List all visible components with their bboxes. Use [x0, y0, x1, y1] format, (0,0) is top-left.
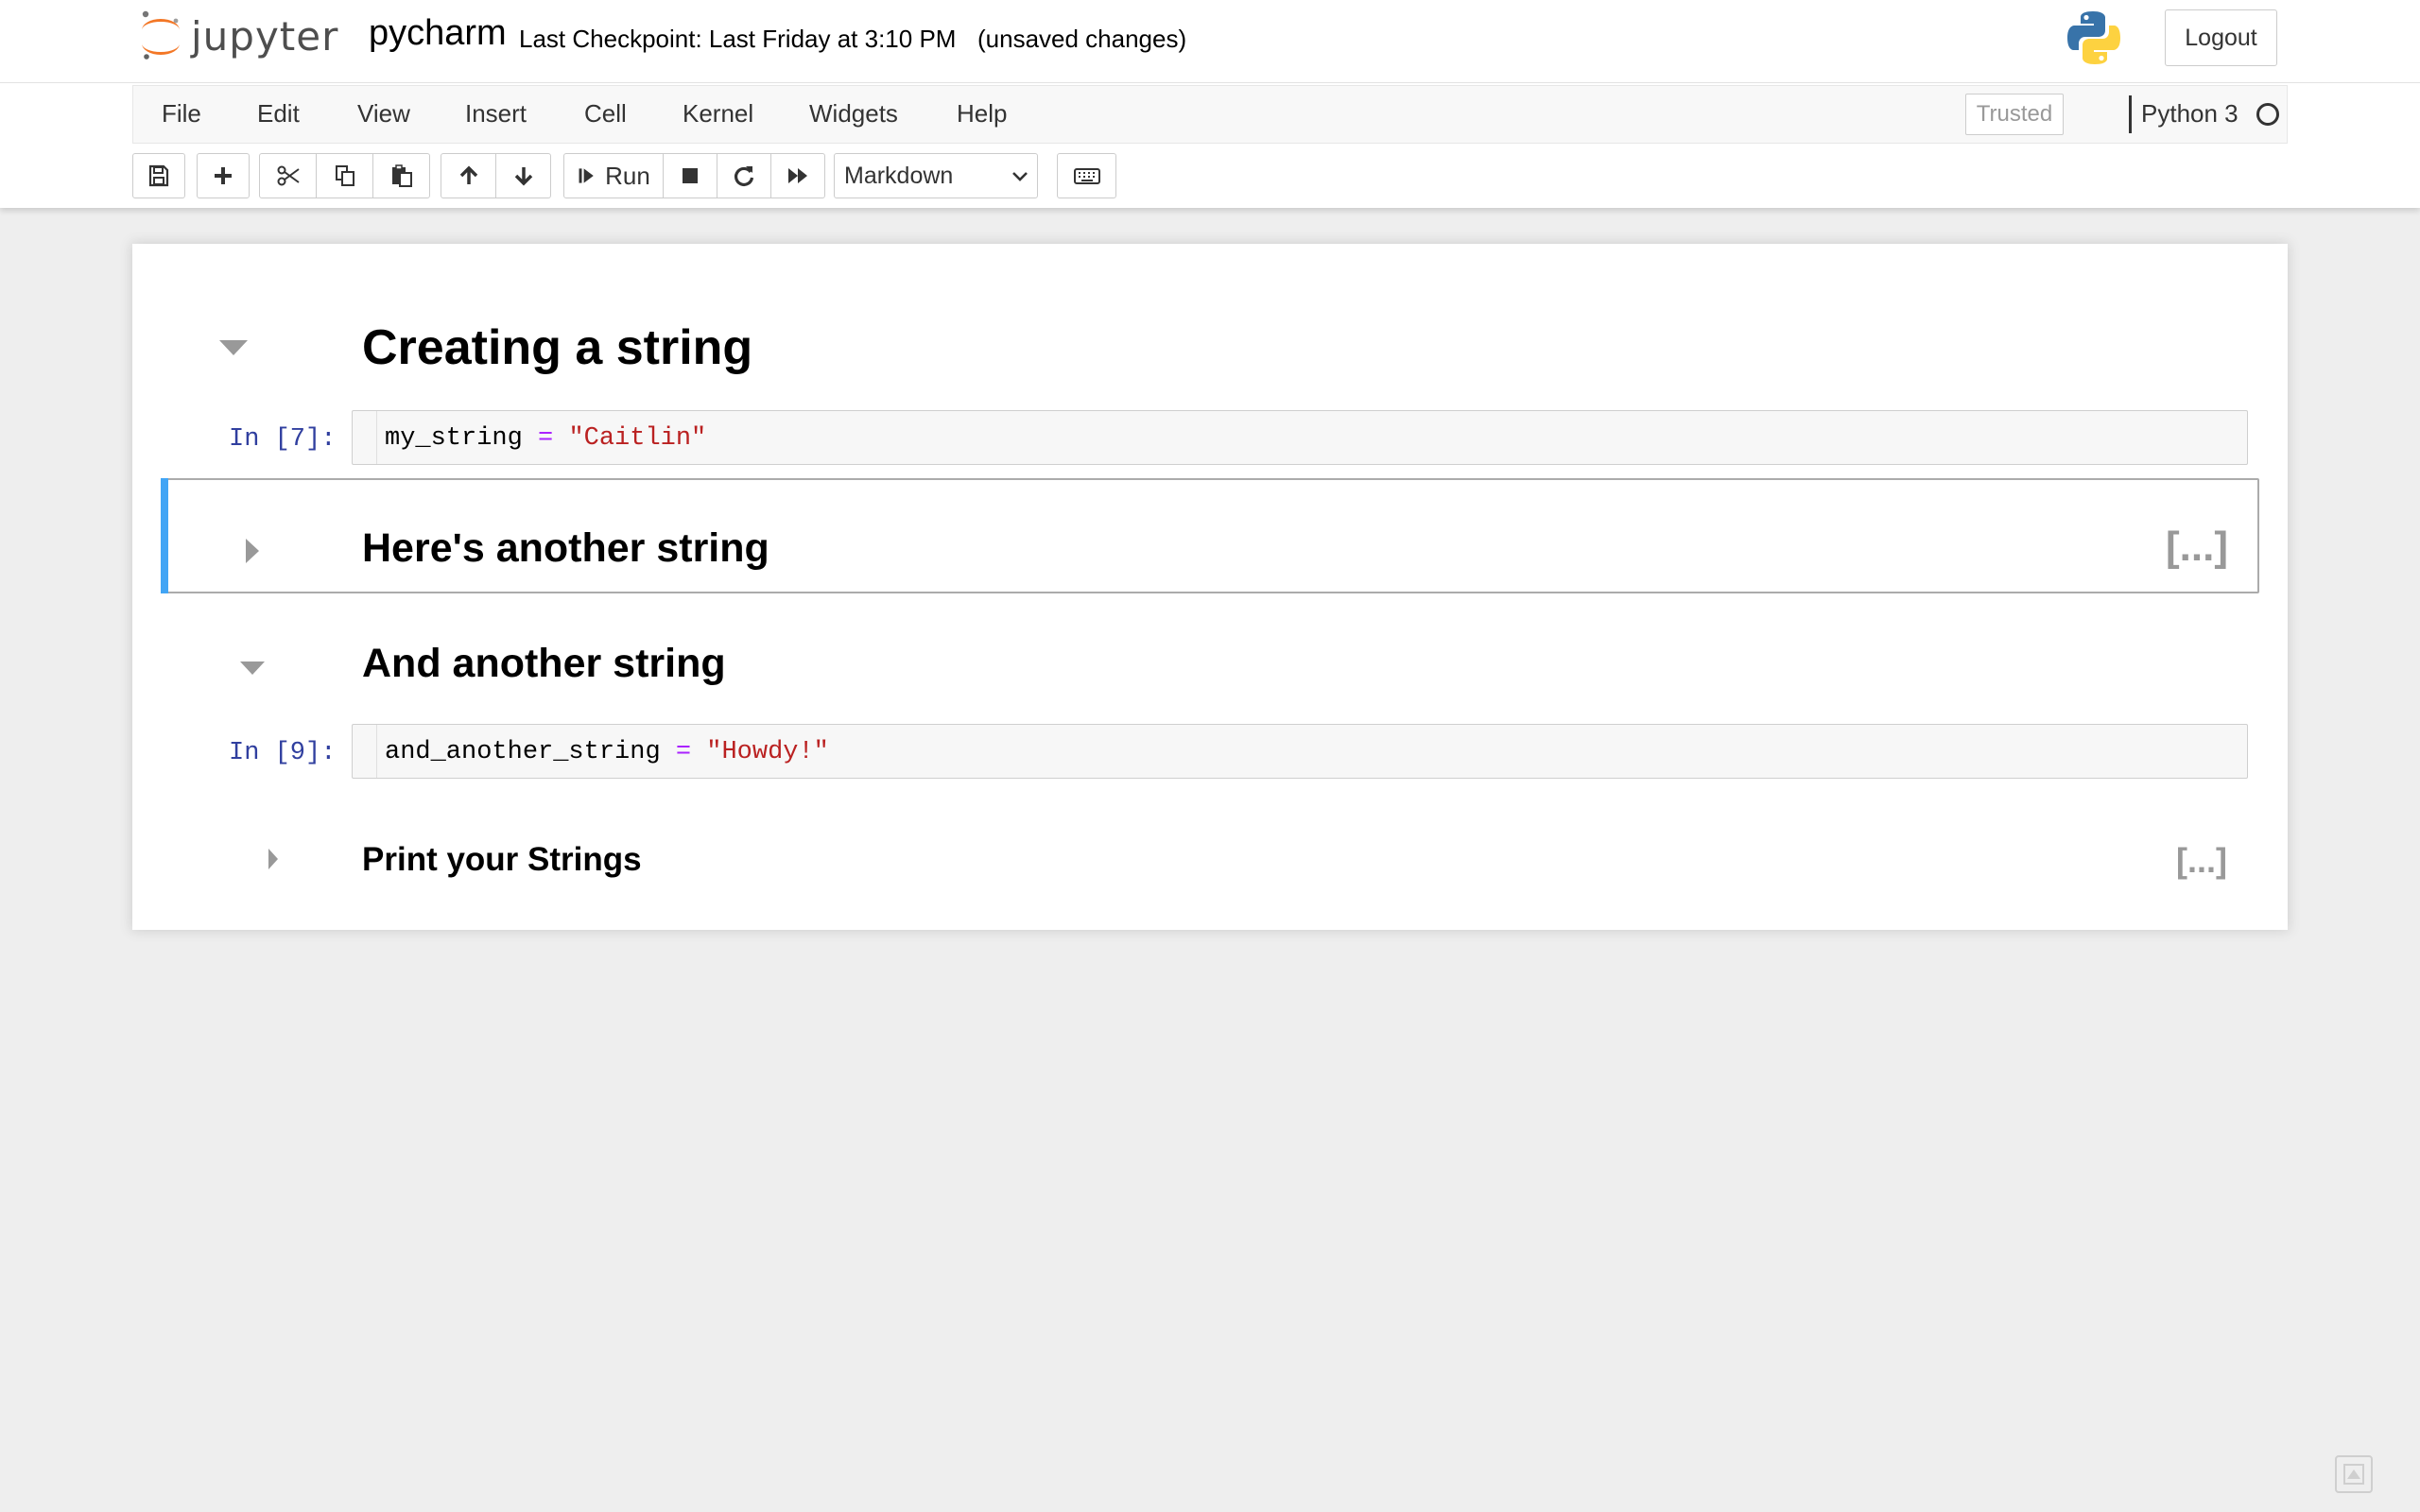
code-operator: = — [538, 424, 554, 453]
menubar: File Edit View Insert Cell Kernel Widget… — [132, 85, 2288, 144]
code-variable: and_another_string — [385, 738, 661, 766]
run-label: Run — [605, 161, 650, 190]
paste-icon — [391, 164, 412, 187]
heading-creating-a-string[interactable]: Creating a string — [362, 319, 752, 376]
trusted-indicator[interactable]: Trusted — [1965, 94, 2064, 135]
heading-heres-another-string[interactable]: Here's another string — [362, 525, 769, 572]
collapse-caret-down-icon[interactable] — [217, 338, 250, 357]
heading-print-your-strings[interactable]: Print your Strings — [362, 841, 642, 879]
command-palette-button[interactable] — [1057, 153, 1116, 198]
jupyter-logo-text: jupyter — [191, 12, 339, 60]
menu-edit[interactable]: Edit — [257, 99, 300, 129]
autosave-status: (unsaved changes) — [977, 25, 1187, 53]
checkpoint-status: Last Checkpoint: Last Friday at 3:10 PM — [519, 25, 957, 53]
code-string: "Caitlin" — [568, 424, 707, 453]
step-forward-icon — [579, 168, 594, 183]
stop-icon — [683, 168, 698, 183]
code-string: "Howdy!" — [706, 738, 829, 766]
move-up-button[interactable] — [441, 153, 496, 198]
restart-kernel-button[interactable] — [717, 153, 771, 198]
menu-view[interactable]: View — [357, 99, 410, 129]
menu-kernel[interactable]: Kernel — [683, 99, 753, 129]
restart-run-all-button[interactable] — [770, 153, 825, 198]
code-gutter — [353, 725, 377, 778]
menu-widgets[interactable]: Widgets — [809, 99, 898, 129]
interrupt-kernel-button[interactable] — [663, 153, 717, 198]
copy-button[interactable] — [316, 153, 373, 198]
heading-and-another-string[interactable]: And another string — [362, 641, 726, 687]
save-button[interactable] — [132, 153, 185, 198]
header-bar: jupyter pycharm Last Checkpoint: Last Fr… — [0, 0, 2420, 83]
menu-insert[interactable]: Insert — [465, 99, 527, 129]
keyboard-icon — [1073, 168, 1100, 184]
collapsed-content-ellipsis[interactable]: [...] — [2166, 524, 2228, 571]
copy-icon — [335, 165, 354, 186]
notebook-name[interactable]: pycharm — [369, 13, 507, 54]
cell-type-value: Markdown — [844, 162, 954, 189]
code-variable: my_string — [385, 424, 523, 453]
plus-icon — [215, 167, 232, 184]
menu-file[interactable]: File — [162, 99, 201, 129]
fast-forward-icon — [788, 168, 807, 183]
save-icon — [148, 164, 169, 187]
arrow-down-icon — [514, 167, 532, 186]
cut-icon — [277, 165, 300, 186]
collapsed-content-ellipsis[interactable]: [...] — [2176, 841, 2227, 881]
input-prompt: In [7]: — [229, 425, 337, 454]
notebook-header: jupyter pycharm Last Checkpoint: Last Fr… — [0, 0, 2420, 208]
code-cell-editor[interactable]: and_another_string = "Howdy!" — [352, 724, 2248, 779]
kernel-separator — [2129, 95, 2132, 133]
run-button[interactable]: Run — [563, 153, 664, 198]
logout-button[interactable]: Logout — [2165, 9, 2277, 66]
menu-help[interactable]: Help — [957, 99, 1007, 129]
collapse-caret-down-icon[interactable] — [238, 660, 267, 677]
jupyter-logo-icon — [142, 10, 180, 60]
scroll-to-top-button[interactable] — [2335, 1455, 2373, 1493]
paste-button[interactable] — [372, 153, 430, 198]
code-gutter — [353, 411, 377, 464]
collapse-caret-right-icon[interactable] — [267, 847, 280, 871]
move-down-button[interactable] — [495, 153, 551, 198]
code-operator: = — [675, 738, 692, 766]
collapse-caret-right-icon[interactable] — [244, 537, 261, 565]
arrow-up-icon — [459, 165, 477, 184]
insert-cell-button[interactable] — [197, 153, 250, 198]
selection-indicator-bar — [161, 478, 168, 593]
cut-button[interactable] — [259, 153, 317, 198]
kernel-idle-icon — [2256, 103, 2279, 126]
input-prompt: In [9]: — [229, 739, 337, 767]
python-logo-icon — [2067, 11, 2120, 64]
code-cell-editor[interactable]: my_string = "Caitlin" — [352, 410, 2248, 465]
notebook-container: Creating a string In [7]: my_string = "C… — [132, 244, 2288, 930]
triangle-up-icon — [2343, 1464, 2364, 1485]
chevron-down-icon — [1012, 172, 1028, 181]
menu-cell[interactable]: Cell — [584, 99, 627, 129]
code-line: my_string = "Caitlin" — [385, 424, 706, 453]
code-line: and_another_string = "Howdy!" — [385, 738, 829, 766]
jupyter-logo[interactable]: jupyter — [138, 8, 338, 64]
restart-icon — [734, 166, 754, 187]
kernel-name: Python 3 — [2141, 99, 2238, 128]
cell-type-select[interactable]: Markdown — [834, 153, 1038, 198]
toolbar: Run Markdown — [132, 153, 2288, 198]
